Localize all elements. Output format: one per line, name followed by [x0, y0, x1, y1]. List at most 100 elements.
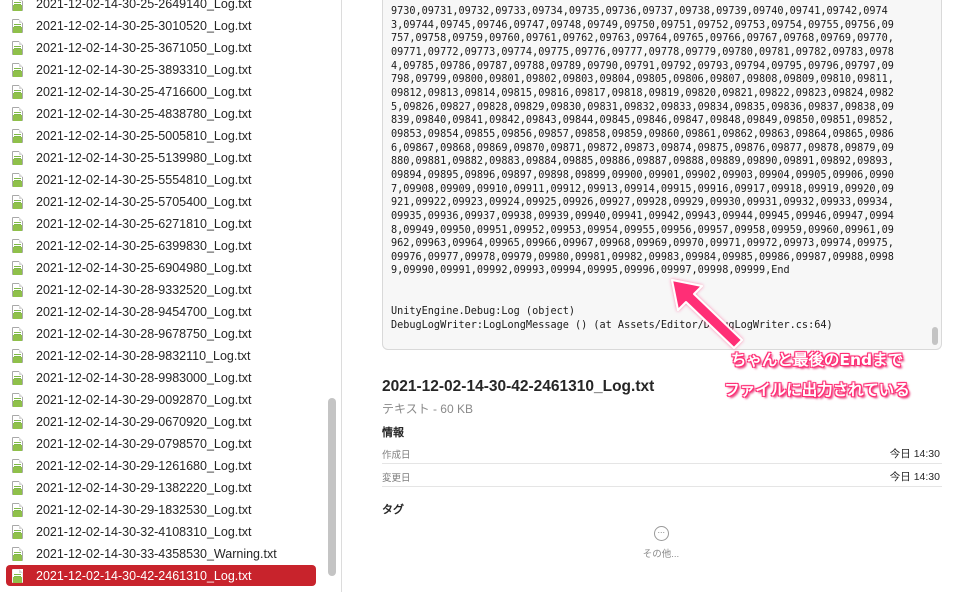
file-list-item[interactable]: 2021-12-02-14-30-25-5005810_Log.txt [6, 125, 316, 146]
file-list-item[interactable]: 2021-12-02-14-30-29-1261680_Log.txt [6, 455, 316, 476]
text-file-icon [12, 304, 23, 319]
file-list-item[interactable]: 2021-12-02-14-30-25-5139980_Log.txt [6, 147, 316, 168]
text-file-icon [12, 0, 23, 11]
file-kind-size: テキスト - 60 KB [382, 402, 473, 416]
text-file-icon [12, 348, 23, 363]
file-list-item[interactable]: 2021-12-02-14-30-25-3010520_Log.txt [6, 15, 316, 36]
file-name: 2021-12-02-14-30-33-4358530_Warning.txt [36, 546, 277, 561]
text-file-icon [12, 260, 23, 275]
file-name: 2021-12-02-14-30-29-0670920_Log.txt [36, 414, 252, 429]
file-name: 2021-12-02-14-30-28-9454700_Log.txt [36, 304, 252, 319]
file-name: 2021-12-02-14-30-25-3893310_Log.txt [36, 62, 252, 77]
file-name: 2021-12-02-14-30-28-9832110_Log.txt [36, 348, 251, 363]
file-list-item[interactable]: 2021-12-02-14-30-25-5705400_Log.txt [6, 191, 316, 212]
ellipsis-circle-icon: ··· [653, 526, 669, 541]
trace-line: UnityEngine.Debug:Log (object) [391, 306, 576, 317]
file-list-item[interactable]: 2021-12-02-14-30-25-6399830_Log.txt [6, 235, 316, 256]
file-list-item[interactable]: 2021-12-02-14-30-25-3671050_Log.txt [6, 37, 316, 58]
text-file-icon [12, 18, 23, 33]
file-name: 2021-12-02-14-30-29-0092870_Log.txt [36, 392, 252, 407]
file-name: 2021-12-02-14-30-25-5005810_Log.txt [36, 128, 252, 143]
file-list-item[interactable]: 2021-12-02-14-30-25-4716600_Log.txt [6, 81, 316, 102]
info-section-heading: 情報 [382, 427, 404, 439]
text-file-icon [12, 414, 23, 429]
file-name: 2021-12-02-14-30-29-1382220_Log.txt [36, 480, 252, 495]
file-name: 2021-12-02-14-30-25-4716600_Log.txt [36, 84, 252, 99]
file-list-item[interactable]: 2021-12-02-14-30-25-3893310_Log.txt [6, 59, 316, 80]
annotation-line: ちゃんと最後のEndまで [730, 351, 904, 369]
text-file-icon [12, 524, 23, 539]
file-name: 2021-12-02-14-30-25-5705400_Log.txt [36, 194, 252, 209]
created-value: 今日 14:30 [889, 448, 940, 460]
log-content: 9730,09731,09732,09733,09734,09735,09736… [391, 6, 894, 277]
text-file-icon [12, 568, 23, 583]
file-list-item[interactable]: 2021-12-02-14-30-28-9678750_Log.txt [6, 323, 316, 344]
file-name: 2021-12-02-14-30-32-4108310_Log.txt [36, 524, 252, 539]
file-list-item[interactable]: 2021-12-02-14-30-25-2649140_Log.txt [6, 0, 316, 14]
file-name: 2021-12-02-14-30-25-3010520_Log.txt [36, 18, 252, 33]
file-name: 2021-12-02-14-30-28-9983000_Log.txt [36, 370, 252, 385]
pane-divider[interactable] [341, 0, 342, 592]
created-label: 作成日 [382, 450, 411, 461]
file-name: 2021-12-02-14-30-29-1832530_Log.txt [36, 502, 252, 517]
file-list-item[interactable]: 2021-12-02-14-30-29-0670920_Log.txt [6, 411, 316, 432]
file-name: 2021-12-02-14-30-29-0798570_Log.txt [36, 436, 252, 451]
file-list-item[interactable]: 2021-12-02-14-30-28-9983000_Log.txt [6, 367, 316, 388]
file-name: 2021-12-02-14-30-25-6399830_Log.txt [36, 238, 252, 253]
text-file-icon [12, 150, 23, 165]
text-file-icon [12, 480, 23, 495]
file-list-scrollbar[interactable] [328, 398, 336, 576]
file-name: 2021-12-02-14-30-25-5139980_Log.txt [36, 150, 252, 165]
file-list-item[interactable]: 2021-12-02-14-30-33-4358530_Warning.txt [6, 543, 316, 564]
file-name: 2021-12-02-14-30-29-1261680_Log.txt [36, 458, 252, 473]
file-list: 2021-12-02-14-30-25-2649140_Log.txt 2021-… [0, 0, 322, 592]
file-list-item[interactable]: 2021-12-02-14-30-25-6271810_Log.txt [6, 213, 316, 234]
file-list-item[interactable]: 2021-12-02-14-30-25-4838780_Log.txt [6, 103, 316, 124]
file-list-item[interactable]: 2021-12-02-14-30-32-4108310_Log.txt [6, 521, 316, 542]
file-list-item[interactable]: 2021-12-02-14-30-29-1382220_Log.txt [6, 477, 316, 498]
file-list-item[interactable]: 2021-12-02-14-30-42-2461310_Log.txt [6, 565, 316, 586]
file-list-item[interactable]: 2021-12-02-14-30-25-6904980_Log.txt [6, 257, 316, 278]
text-file-icon [12, 282, 23, 297]
file-name: 2021-12-02-14-30-25-5554810_Log.txt [36, 172, 252, 187]
more-label: その他... [642, 549, 680, 560]
text-file-icon [12, 172, 23, 187]
text-file-icon [12, 216, 23, 231]
file-name: 2021-12-02-14-30-25-2649140_Log.txt [36, 0, 252, 11]
file-list-item[interactable]: 2021-12-02-14-30-29-0798570_Log.txt [6, 433, 316, 454]
text-file-icon [12, 370, 23, 385]
text-file-icon [12, 458, 23, 473]
text-file-icon [12, 502, 23, 517]
annotation-caption: ちゃんと最後のEndまで ファイルに出力されている [697, 345, 937, 405]
file-name: 2021-12-02-14-30-42-2461310_Log.txt [36, 568, 252, 583]
file-name: 2021-12-02-14-30-25-6271810_Log.txt [36, 216, 252, 231]
text-file-icon [12, 194, 23, 209]
text-file-icon [12, 392, 23, 407]
text-file-icon [12, 238, 23, 253]
file-list-item[interactable]: 2021-12-02-14-30-28-9454700_Log.txt [6, 301, 316, 322]
more-button[interactable]: ··· その他... [636, 526, 686, 570]
file-list-item[interactable]: 2021-12-02-14-30-29-0092870_Log.txt [6, 389, 316, 410]
file-name: 2021-12-02-14-30-25-4838780_Log.txt [36, 106, 252, 121]
trace-line: DebugLogWriter:LogLongMessage () (at Ass… [391, 320, 833, 331]
modified-value: 今日 14:30 [889, 471, 940, 483]
text-file-icon [12, 546, 23, 561]
file-name: 2021-12-02-14-30-28-9332520_Log.txt [36, 282, 252, 297]
file-list-item[interactable]: 2021-12-02-14-30-28-9832110_Log.txt [6, 345, 316, 366]
file-list-item[interactable]: 2021-12-02-14-30-29-1832530_Log.txt [6, 499, 316, 520]
file-list-item[interactable]: 2021-12-02-14-30-25-5554810_Log.txt [6, 169, 316, 190]
file-name: 2021-12-02-14-30-25-3671050_Log.txt [36, 40, 252, 55]
preview-scrollbar[interactable] [932, 327, 938, 345]
created-row: 作成日 今日 14:30 [382, 442, 942, 464]
file-name: 2021-12-02-14-30-25-6904980_Log.txt [36, 260, 252, 275]
file-list-item[interactable]: 2021-12-02-14-30-28-9332520_Log.txt [6, 279, 316, 300]
modified-row: 変更日 今日 14:30 [382, 465, 942, 487]
text-file-icon [12, 62, 23, 77]
tags-heading: タグ [382, 504, 404, 516]
text-file-icon [12, 436, 23, 451]
text-file-icon [12, 326, 23, 341]
text-file-icon [12, 84, 23, 99]
text-file-icon [12, 106, 23, 121]
file-name: 2021-12-02-14-30-28-9678750_Log.txt [36, 326, 252, 341]
text-file-icon [12, 128, 23, 143]
